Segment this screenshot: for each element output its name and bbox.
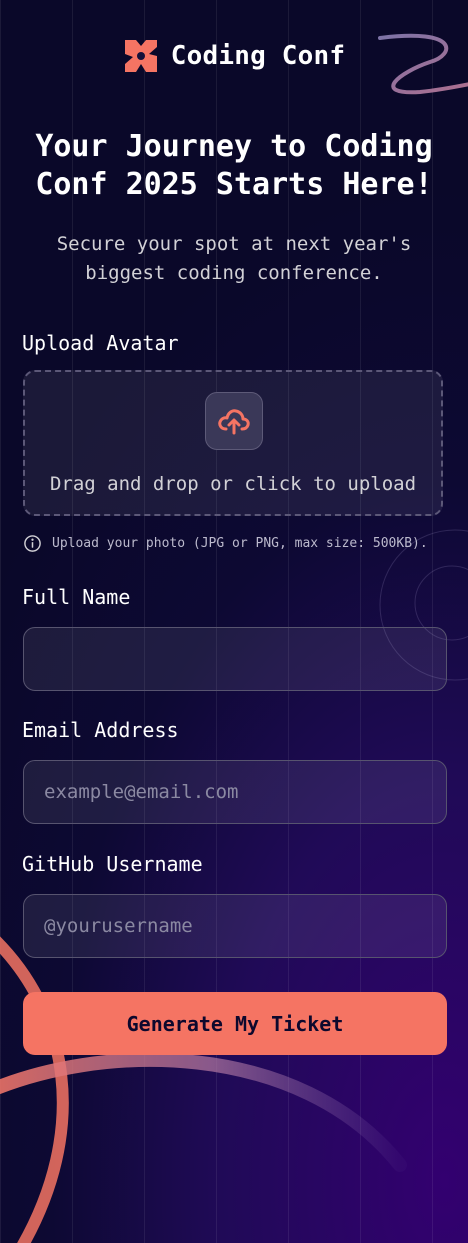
avatar-hint-text: Upload your photo (JPG or PNG, max size:… [52, 536, 428, 551]
coding-conf-logo-icon [124, 40, 157, 72]
bottom-left-arc [0, 936, 69, 1243]
upload-icon-box [205, 392, 263, 450]
github-username-input[interactable] [23, 894, 447, 958]
info-icon [24, 535, 41, 552]
bottom-sweep-arc [0, 1052, 407, 1172]
generate-ticket-button[interactable]: Generate My Ticket [23, 992, 447, 1055]
avatar-dropzone[interactable]: Drag and drop or click to upload [23, 370, 443, 516]
page-subtitle: Secure your spot at next year's biggest … [56, 233, 412, 284]
full-name-input[interactable] [23, 627, 447, 691]
email-input[interactable] [23, 760, 447, 824]
cloud-upload-icon [218, 409, 250, 435]
avatar-label: Upload Avatar [22, 331, 179, 355]
dropzone-text: Drag and drop or click to upload [49, 473, 417, 495]
full-name-label: Full Name [22, 585, 131, 609]
brand-name: Coding Conf [170, 41, 346, 71]
page-title: Your Journey to Coding Conf 2025 Starts … [35, 129, 433, 202]
avatar-hint: Upload your photo (JPG or PNG, max size:… [23, 534, 428, 553]
email-label: Email Address [22, 718, 179, 742]
github-label: GitHub Username [22, 852, 203, 876]
brand: Coding Conf [0, 38, 468, 74]
